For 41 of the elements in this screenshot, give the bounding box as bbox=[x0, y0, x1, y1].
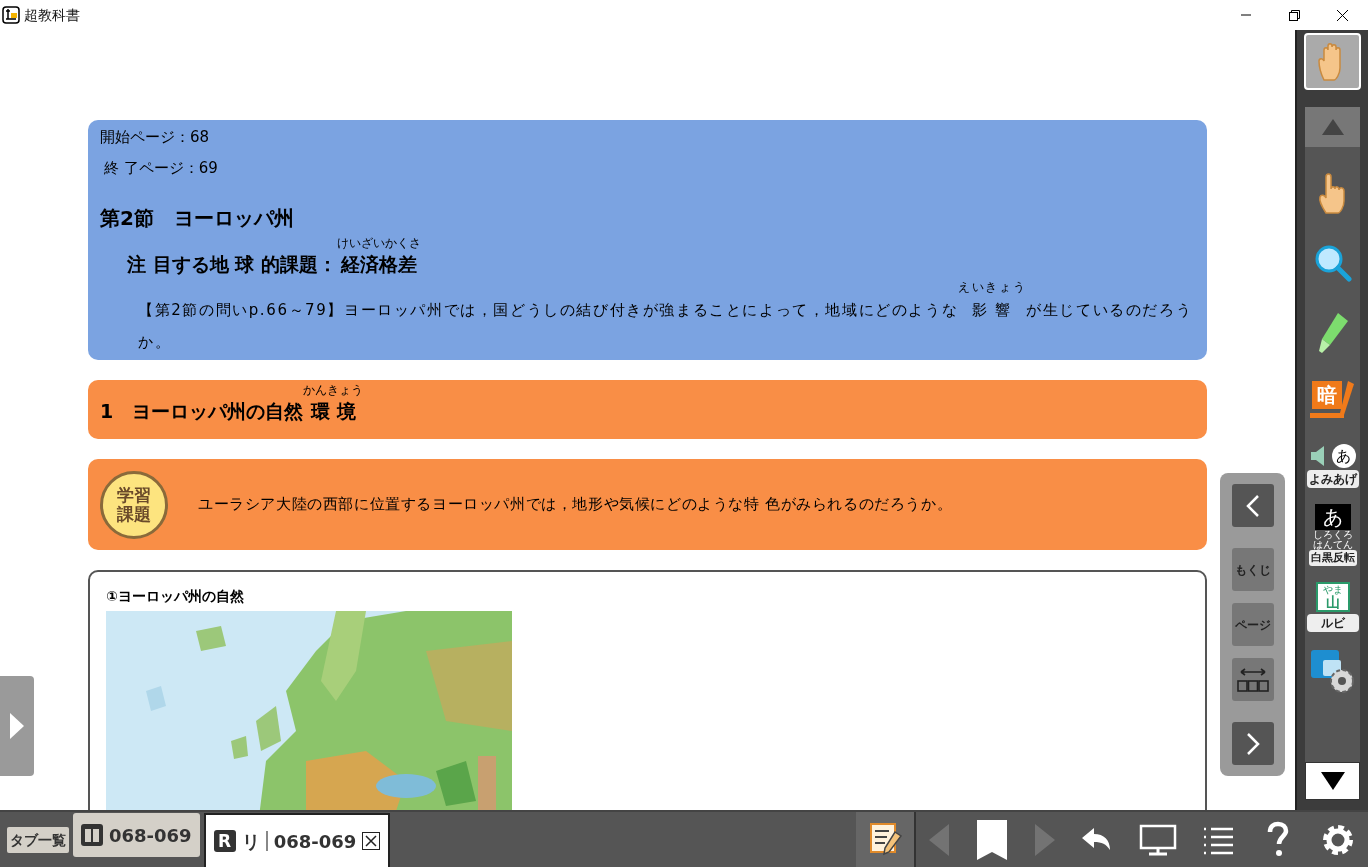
side-panel-handle[interactable] bbox=[0, 676, 34, 776]
tool-button[interactable]: やま 山 ルビ bbox=[1306, 577, 1359, 637]
restore-icon bbox=[1288, 9, 1300, 21]
spread-view-button[interactable] bbox=[1231, 658, 1274, 701]
app-icon bbox=[2, 6, 20, 24]
down-triangle-icon bbox=[1320, 772, 1345, 790]
end-page-text: 終 了ページ：69 bbox=[104, 158, 218, 179]
focus-heading: 注 目する地 球 的課題： けいざいかくさ 経済格差 bbox=[127, 237, 421, 277]
ruby-icon: やま 山 bbox=[1315, 582, 1350, 612]
task-badge: 学習課題 bbox=[100, 470, 168, 539]
chevron-left-icon bbox=[1245, 493, 1260, 518]
scroll-down-button[interactable] bbox=[1305, 762, 1360, 800]
tool-button[interactable]: あ よみあげ bbox=[1306, 438, 1359, 493]
window-title: 超教科書 bbox=[24, 5, 80, 25]
book-icon bbox=[81, 824, 103, 846]
topic-heading: 1 ヨーロッパ州の自然 かんきょう 環 境 bbox=[100, 383, 364, 424]
figure-caption: ①ヨーロッパ州の自然 bbox=[106, 587, 244, 606]
search-icon bbox=[1313, 243, 1352, 282]
section-title: 第2節 ヨーロッパ州 bbox=[100, 205, 294, 232]
previous-page-button[interactable] bbox=[1231, 484, 1274, 527]
hand-tool-button[interactable] bbox=[1304, 33, 1361, 90]
start-page-text: 開始ページ：68 bbox=[100, 127, 210, 148]
page-nav-button[interactable]: ページ bbox=[1231, 603, 1274, 646]
page-nav-button[interactable]: もくじ bbox=[1231, 548, 1274, 591]
task-text: ユーラシア大陸の西部に位置するヨーロッパ州では，地形や気候にどのような特 色がみられるのだろうか。 bbox=[198, 494, 953, 516]
question-text: 【第2節の問いp.66～79】ヨーロッパ州では，国どうしの結び付きが強まることによって，地域にどのような えいきょう 影 響 が生じているのだろうか。 bbox=[138, 280, 1194, 353]
next-page-button[interactable] bbox=[1231, 722, 1274, 765]
close-icon bbox=[1336, 9, 1348, 21]
tab-list-button[interactable]: タブ一覧 bbox=[7, 827, 69, 853]
tab-label: 068-069 bbox=[273, 829, 357, 854]
tab-prefix: リ bbox=[241, 829, 260, 854]
tab[interactable]: 068-069 bbox=[73, 813, 200, 857]
notes-button[interactable] bbox=[856, 812, 916, 867]
tool-button[interactable]: あ しろくろはんてん 白黒反転 bbox=[1306, 500, 1359, 570]
up-triangle-icon bbox=[1321, 119, 1344, 135]
invert-icon: あ bbox=[1314, 503, 1351, 530]
close-icon[interactable] bbox=[362, 832, 381, 850]
text-settings-icon bbox=[1308, 647, 1357, 696]
right-triangle-icon bbox=[10, 713, 24, 739]
chevron-right-icon bbox=[1245, 731, 1260, 756]
reader-badge: R bbox=[213, 830, 236, 852]
